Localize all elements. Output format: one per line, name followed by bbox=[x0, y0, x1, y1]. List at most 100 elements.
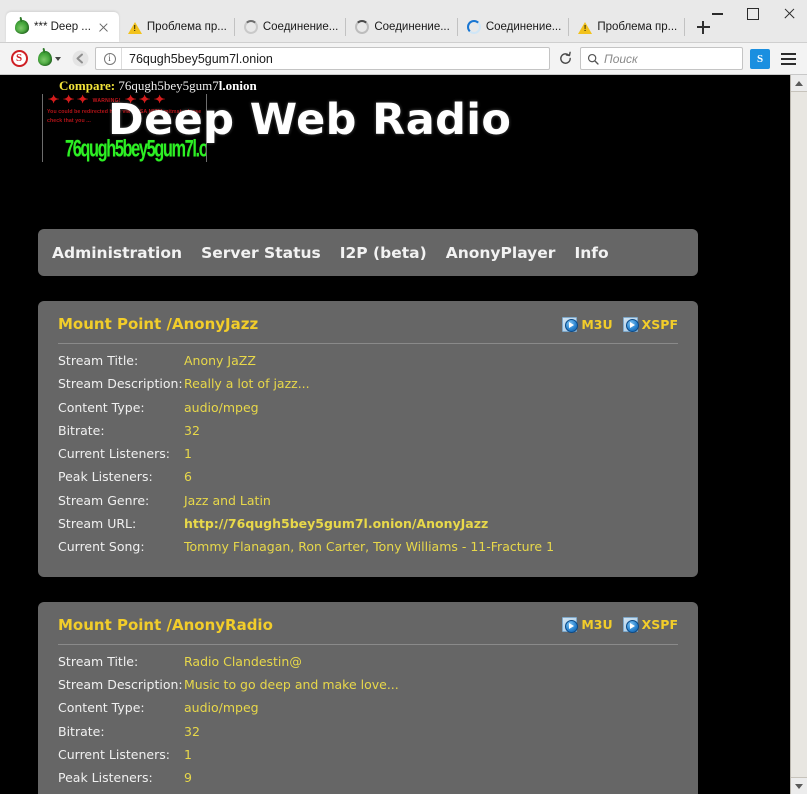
playlist-link-m3u[interactable]: M3U bbox=[562, 617, 612, 632]
detail-row: Content Type:audio/mpeg bbox=[58, 400, 678, 423]
search-placeholder: Поиск bbox=[604, 52, 638, 66]
detail-label: Stream URL: bbox=[58, 516, 184, 531]
minimize-button[interactable] bbox=[699, 0, 735, 28]
detail-value: 32 bbox=[184, 724, 200, 739]
detail-row: Stream URL:http://76qugh5bey5gum7l.onion… bbox=[58, 516, 678, 539]
detail-row: Stream Description:Music to go deep and … bbox=[58, 677, 678, 700]
noscript-icon: S bbox=[11, 50, 28, 67]
chevron-down-icon bbox=[795, 784, 803, 789]
detail-value: 32 bbox=[184, 423, 200, 438]
mount-point-header: Mount Point /AnonyJazz M3U XSPF bbox=[58, 315, 678, 344]
browser-window: *** Deep ...Проблема пр...Соединение...С… bbox=[0, 0, 807, 794]
url-bar[interactable]: i 76qugh5bey5gum7l.onion bbox=[95, 47, 550, 70]
close-window-button[interactable] bbox=[771, 0, 807, 28]
site-banner: Compare: 76qugh5bey5gum7l.onion ✦ ✦ ✦ WA… bbox=[21, 75, 790, 178]
tab-label: *** Deep ... bbox=[34, 21, 91, 33]
playlist-link-label: M3U bbox=[581, 617, 612, 632]
detail-label: Current Song: bbox=[58, 539, 184, 554]
site-nav-menu: Administration Server Status I2P (beta) Ano… bbox=[38, 229, 698, 276]
detail-value: 9 bbox=[184, 770, 192, 785]
loading-favicon-blue bbox=[467, 20, 481, 34]
nav-link-anonyplayer[interactable]: AnonyPlayer bbox=[446, 244, 556, 262]
info-circle-icon: i bbox=[104, 53, 116, 65]
playlist-link-label: M3U bbox=[581, 317, 612, 332]
search-bar[interactable]: Поиск bbox=[580, 47, 743, 70]
detail-row: Stream Description:Really a lot of jazz.… bbox=[58, 376, 678, 399]
chevron-up-icon bbox=[795, 81, 803, 86]
compare-line: Compare: 76qugh5bey5gum7l.onion bbox=[59, 78, 257, 94]
browser-tab[interactable]: Проблема пр... bbox=[119, 12, 235, 42]
mount-point-details: Stream Title:Anony JaZZStream Descriptio… bbox=[58, 353, 678, 563]
tor-button[interactable] bbox=[32, 48, 67, 70]
browser-tab[interactable]: Соединение... bbox=[346, 12, 457, 42]
detail-label: Bitrate: bbox=[58, 423, 184, 438]
detail-value: Jazz and Latin bbox=[184, 493, 271, 508]
mount-point-title: Mount Point /AnonyJazz bbox=[58, 315, 258, 333]
play-file-icon bbox=[623, 617, 638, 632]
browser-tab[interactable]: *** Deep ... bbox=[6, 12, 119, 42]
reload-button[interactable] bbox=[552, 46, 578, 72]
close-tab-icon[interactable] bbox=[96, 20, 111, 35]
detail-label: Content Type: bbox=[58, 400, 184, 415]
detail-value: Tommy Flanagan, Ron Carter, Tony William… bbox=[184, 539, 554, 554]
scroll-down-button[interactable] bbox=[791, 777, 807, 794]
vertical-scrollbar[interactable] bbox=[790, 75, 807, 794]
back-arrow-icon bbox=[72, 50, 89, 67]
detail-row: Content Type:audio/mpeg bbox=[58, 700, 678, 723]
tab-label: Соединение... bbox=[486, 21, 561, 33]
browser-tab[interactable]: Соединение... bbox=[458, 12, 569, 42]
detail-row: Bitrate:32 bbox=[58, 423, 678, 446]
site-identity-button[interactable]: i bbox=[98, 48, 122, 69]
tab-label: Проблема пр... bbox=[597, 21, 677, 33]
detail-label: Stream Title: bbox=[58, 353, 184, 368]
search-engine-button[interactable]: S bbox=[750, 49, 770, 69]
detail-label: Bitrate: bbox=[58, 724, 184, 739]
nav-link-i2p-beta[interactable]: I2P (beta) bbox=[340, 244, 427, 262]
browser-tab[interactable]: Соединение... bbox=[235, 12, 346, 42]
nav-link-info[interactable]: Info bbox=[574, 244, 608, 262]
playlist-link-m3u[interactable]: M3U bbox=[562, 317, 612, 332]
star-icon: ✦ bbox=[48, 95, 60, 106]
detail-value: 6 bbox=[184, 469, 192, 484]
mount-point-header: Mount Point /AnonyRadioM3UXSPF bbox=[58, 616, 678, 645]
playlist-links: M3U XSPF bbox=[562, 617, 678, 632]
chevron-down-icon bbox=[55, 57, 61, 61]
detail-label: Content Type: bbox=[58, 700, 184, 715]
detail-label: Stream Description: bbox=[58, 677, 184, 692]
playlist-link-label: XSPF bbox=[642, 617, 678, 632]
detail-value: 1 bbox=[184, 446, 192, 461]
detail-value: Radio Clandestin@ bbox=[184, 654, 302, 669]
compare-address: 76qugh5bey5gum7l.onion bbox=[118, 78, 256, 93]
nav-link-server-status[interactable]: Server Status bbox=[201, 244, 321, 262]
warning-favicon bbox=[128, 22, 142, 34]
noscript-button[interactable]: S bbox=[6, 48, 32, 70]
mount-point-card: Mount Point /AnonyJazz M3U XSPF Stream Titl… bbox=[38, 301, 698, 577]
back-button[interactable] bbox=[67, 46, 93, 72]
detail-label: Current Listeners: bbox=[58, 747, 184, 762]
mount-point-list: Mount Point /AnonyJazz M3U XSPF Stream Titl… bbox=[0, 301, 790, 794]
maximize-button[interactable] bbox=[735, 0, 771, 28]
detail-value: Anony JaZZ bbox=[184, 353, 256, 368]
page-content: Compare: 76qugh5bey5gum7l.onion ✦ ✦ ✦ WA… bbox=[0, 75, 790, 794]
detail-value: 1 bbox=[184, 747, 192, 762]
detail-row: Stream Title:Anony JaZZ bbox=[58, 353, 678, 376]
play-file-icon bbox=[623, 317, 638, 332]
playlist-link-xspf[interactable]: XSPF bbox=[623, 317, 678, 332]
loading-favicon-dark bbox=[355, 20, 369, 34]
loading-favicon bbox=[244, 20, 258, 34]
playlist-links: M3U XSPF bbox=[562, 317, 678, 332]
reload-icon bbox=[558, 51, 573, 66]
playlist-link-xspf[interactable]: XSPF bbox=[623, 617, 678, 632]
detail-row: Current Listeners:1 bbox=[58, 446, 678, 469]
hamburger-menu-icon[interactable] bbox=[775, 47, 801, 71]
detail-label: Peak Listeners: bbox=[58, 770, 184, 785]
onion-favicon bbox=[15, 20, 29, 34]
url-text: 76qugh5bey5gum7l.onion bbox=[129, 52, 273, 66]
scroll-up-button[interactable] bbox=[791, 75, 807, 92]
play-file-icon bbox=[562, 617, 577, 632]
play-file-icon bbox=[562, 317, 577, 332]
scrollbar-track[interactable] bbox=[791, 92, 807, 777]
detail-row: Current Song:Tommy Flanagan, Ron Carter,… bbox=[58, 539, 678, 562]
nav-link-administration[interactable]: Administration bbox=[52, 244, 182, 262]
browser-tab[interactable]: Проблема пр... bbox=[569, 12, 685, 42]
